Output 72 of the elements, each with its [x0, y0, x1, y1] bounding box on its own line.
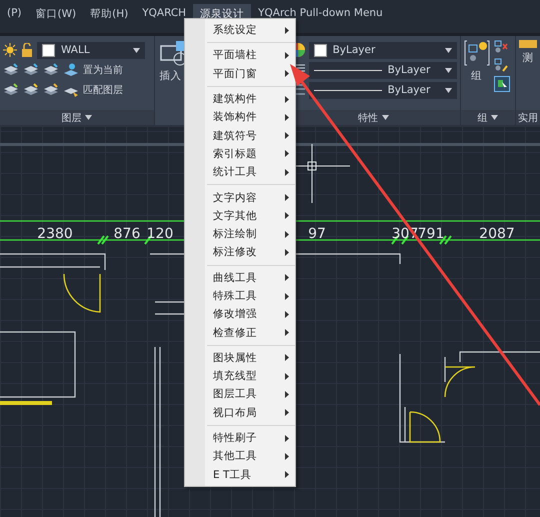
caret-icon [444, 88, 452, 92]
menu-item[interactable]: E T工具 [185, 466, 295, 484]
panel-label[interactable]: 图层 [61, 110, 82, 124]
set-current-button[interactable]: 置为当前 [83, 63, 123, 77]
dimension-text: 97 [308, 226, 326, 242]
caret-icon [444, 48, 452, 52]
menu-item[interactable]: 特性刷子 [185, 428, 295, 448]
dimension-text: 2087 [479, 226, 515, 242]
lock-icon[interactable] [21, 43, 33, 57]
caret-icon [444, 68, 452, 72]
menu-item[interactable]: 其他工具 [185, 447, 295, 466]
caret-icon [382, 115, 390, 120]
layer-current-icon[interactable] [63, 63, 79, 77]
sun-icon[interactable] [3, 43, 17, 57]
color-dropdown[interactable]: ByLayer [308, 42, 457, 58]
menu-item[interactable]: 索引标题 [185, 144, 295, 164]
dimension-text: 791 [418, 226, 444, 242]
layer-stack-icon[interactable] [23, 83, 39, 97]
ruler-icon[interactable] [519, 40, 538, 48]
menu-item[interactable]: 标注修改 [185, 243, 295, 262]
linetype-dropdown[interactable]: ByLayer [308, 62, 457, 78]
door-swing [63, 274, 101, 313]
menu-item[interactable]: 文字其他 [185, 206, 295, 225]
ungroup-icon[interactable] [494, 40, 508, 54]
group-button[interactable]: 组 [471, 69, 482, 83]
layer-stack-icon[interactable] [43, 63, 59, 77]
dimension-text: 876 [114, 226, 140, 242]
insert-button[interactable]: 插入 [160, 69, 182, 83]
crosshair-cursor-icon [296, 144, 350, 204]
menu-item[interactable]: 特殊工具 [185, 286, 295, 306]
dimension-text: 2380 [37, 226, 73, 242]
panel-label[interactable]: 特性 [358, 110, 378, 124]
menu-item[interactable]: 曲线工具 [185, 268, 295, 287]
menu-item[interactable]: 修改增强 [185, 305, 295, 324]
window-line [0, 401, 52, 405]
menu-bar-item[interactable]: YQArch Pull-down Menu [251, 4, 390, 23]
caret-icon [85, 115, 92, 120]
menu-item[interactable]: 图层工具 [185, 385, 295, 404]
match-layer-button[interactable]: 匹配图层 [83, 83, 123, 97]
panel-label[interactable]: 实用 [518, 110, 538, 124]
menu-item[interactable]: 统计工具 [185, 163, 295, 182]
menu-bar-item[interactable]: 窗口(W) [28, 4, 84, 25]
menu-item[interactable]: 建筑符号 [185, 126, 295, 145]
layer-stack-icon[interactable] [3, 83, 19, 97]
dimension-text: 120 [146, 226, 174, 242]
caret-icon [133, 48, 140, 52]
group-icon[interactable] [464, 40, 490, 66]
measure-button[interactable]: 测 [522, 51, 534, 65]
door-swing [409, 411, 441, 443]
layer-stack-icon[interactable] [43, 83, 59, 97]
lineweight-dropdown[interactable]: ByLayer [308, 82, 457, 98]
door-swing [444, 366, 476, 398]
menu-bar-item[interactable]: YQARCH [135, 4, 194, 23]
group-edit-icon[interactable] [494, 58, 508, 72]
menu-bar-item[interactable]: 帮助(H) [83, 4, 136, 25]
menu-bar-item[interactable]: (P) [0, 4, 29, 23]
menu-item[interactable]: 装饰构件 [185, 108, 295, 126]
menu-item[interactable]: 平面墙柱 [185, 46, 295, 65]
menu-item[interactable]: 标注绘制 [185, 224, 295, 244]
layer-stack-icon[interactable] [3, 63, 19, 77]
caret-icon [491, 115, 498, 120]
layer-dropdown[interactable]: WALL [37, 42, 145, 58]
menu-item[interactable]: 图块属性 [185, 348, 295, 368]
menu-item[interactable]: 视口布局 [185, 404, 295, 422]
menu-item[interactable]: 平面门窗 [185, 64, 295, 83]
menu-item[interactable]: 建筑构件 [185, 90, 295, 108]
group-select-icon[interactable] [494, 76, 510, 92]
menu-item[interactable]: 填充线型 [185, 367, 295, 386]
menu-item[interactable]: 文字内容 [185, 188, 295, 207]
menu-item[interactable]: 检查修正 [185, 323, 295, 342]
panel-label[interactable]: 组 [477, 110, 488, 124]
layer-stack-icon[interactable] [23, 63, 39, 77]
